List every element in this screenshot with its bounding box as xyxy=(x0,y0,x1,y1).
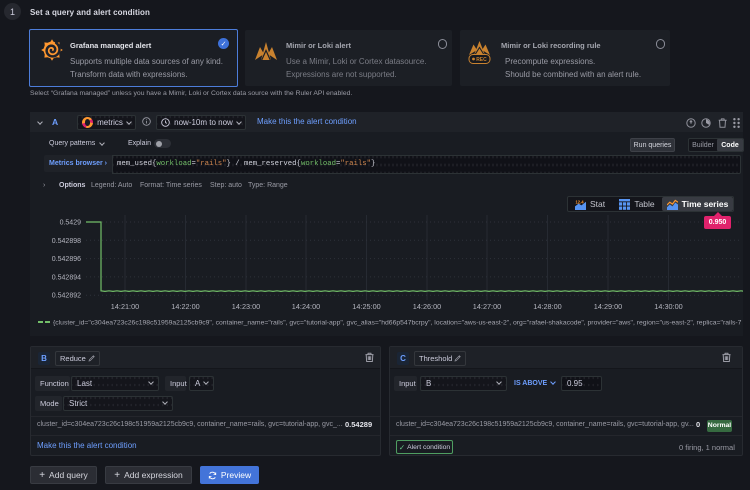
svg-text:14:24:00: 14:24:00 xyxy=(292,302,320,311)
svg-text:14:22:00: 14:22:00 xyxy=(171,302,199,311)
svg-text:14:26:00: 14:26:00 xyxy=(413,302,441,311)
svg-text:14:23:00: 14:23:00 xyxy=(232,302,260,311)
svg-text:{cluster_id="c304ea723c26c198c: {cluster_id="c304ea723c26c198c51959a2125… xyxy=(53,320,742,327)
svg-text:REC: REC xyxy=(476,57,487,63)
svg-text:0.542894: 0.542894 xyxy=(52,274,81,281)
svg-text:0.542892: 0.542892 xyxy=(52,293,81,300)
svg-text:0.5429: 0.5429 xyxy=(60,220,82,227)
svg-text:14:25:00: 14:25:00 xyxy=(352,302,380,311)
svg-text:14:28:00: 14:28:00 xyxy=(533,302,561,311)
svg-text:14:30:00: 14:30:00 xyxy=(654,302,682,311)
svg-text:0.542898: 0.542898 xyxy=(52,238,81,245)
svg-text:14:21:00: 14:21:00 xyxy=(111,302,139,311)
svg-text:14:27:00: 14:27:00 xyxy=(473,302,501,311)
svg-text:0.542896: 0.542896 xyxy=(52,256,81,263)
svg-text:14:29:00: 14:29:00 xyxy=(594,302,622,311)
